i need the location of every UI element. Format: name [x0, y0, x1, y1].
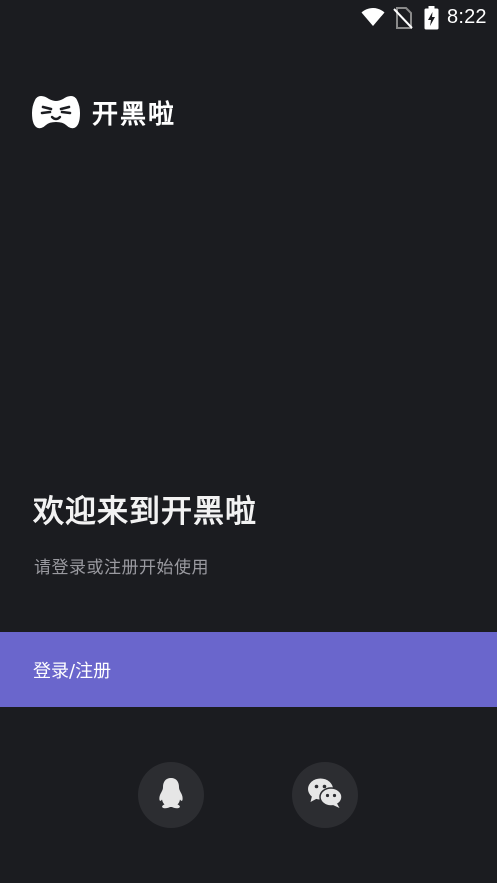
- app-name: 开黑啦: [92, 99, 177, 130]
- welcome-title: 欢迎来到开黑啦: [33, 494, 257, 530]
- wechat-login-button[interactable]: [292, 762, 358, 828]
- gamepad-face-logo-icon: [32, 93, 80, 131]
- wechat-icon: [307, 777, 343, 813]
- brand-header: 开黑啦: [32, 93, 176, 131]
- qq-login-button[interactable]: [138, 762, 204, 828]
- status-bar: 8:22: [0, 0, 497, 36]
- login-register-button[interactable]: 登录/注册: [0, 632, 497, 707]
- wifi-icon: [361, 7, 385, 31]
- welcome-subtitle: 请登录或注册开始使用: [34, 558, 209, 578]
- status-time: 8:22: [447, 6, 487, 28]
- qq-penguin-icon: [157, 777, 185, 813]
- no-sim-icon: [393, 7, 413, 33]
- welcome-screen: 8:22 开黑啦 欢迎来到开黑啦 请登录或注册开始使用 登录/注册: [0, 0, 497, 883]
- battery-charging-icon: [424, 6, 439, 34]
